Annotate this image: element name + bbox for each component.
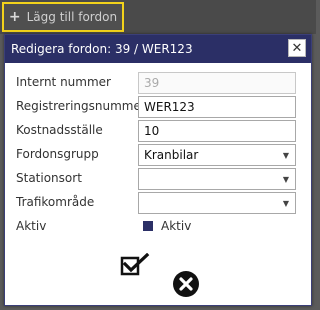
stationsort-select[interactable]: ▼ — [138, 168, 296, 190]
kostnadsstalle-label: Kostnadsställe — [16, 123, 103, 137]
row-kostnadsstalle: Kostnadsställe — [5, 120, 311, 142]
fordonsgrupp-value: Kranbilar — [144, 148, 199, 162]
cancel-x-circle-icon — [173, 271, 199, 297]
aktiv-checkbox-label: Aktiv — [161, 219, 192, 233]
fordonsgrupp-label: Fordonsgrupp — [16, 147, 99, 161]
add-vehicle-label: Lägg till fordon — [26, 10, 118, 24]
plus-icon: + — [8, 9, 21, 25]
trafikomrade-label: Trafikområde — [16, 195, 95, 209]
aktiv-checkbox-control[interactable]: Aktiv — [143, 219, 191, 233]
kostnadsstalle-input[interactable] — [138, 120, 296, 142]
row-registreringsnummer: Registreringsnummer — [5, 96, 311, 118]
edit-vehicle-dialog: Redigera fordon: 39 / WER123 ✕ Internt n… — [4, 34, 312, 306]
row-internt-nummer: Internt nummer — [5, 72, 311, 94]
row-fordonsgrupp: Fordonsgrupp Kranbilar ▼ — [5, 144, 311, 166]
registreringsnummer-input[interactable] — [138, 96, 296, 118]
chevron-down-icon: ▼ — [282, 150, 289, 160]
fordonsgrupp-select[interactable]: Kranbilar ▼ — [138, 144, 296, 166]
internt-nummer-label: Internt nummer — [16, 75, 111, 89]
close-button[interactable]: ✕ — [288, 39, 306, 57]
cancel-button[interactable] — [172, 270, 200, 298]
row-stationsort: Stationsort ▼ — [5, 168, 311, 190]
aktiv-label: Aktiv — [16, 219, 47, 233]
stationsort-label: Stationsort — [16, 171, 82, 185]
save-button[interactable] — [120, 252, 150, 277]
aktiv-checkbox[interactable] — [143, 221, 153, 231]
toolbar: + Lägg till fordon — [0, 0, 316, 34]
chevron-down-icon: ▼ — [282, 198, 289, 208]
add-vehicle-button[interactable]: + Lägg till fordon — [2, 2, 124, 32]
checkbox-check-icon — [120, 252, 150, 276]
chevron-down-icon: ▼ — [282, 174, 289, 184]
close-icon: ✕ — [291, 40, 303, 56]
row-aktiv: Aktiv Aktiv — [5, 216, 311, 238]
dialog-title-bar: Redigera fordon: 39 / WER123 ✕ — [5, 35, 311, 63]
registreringsnummer-label: Registreringsnummer — [16, 99, 146, 113]
trafikomrade-select[interactable]: ▼ — [138, 192, 296, 214]
dialog-title: Redigera fordon: 39 / WER123 — [11, 42, 193, 56]
row-trafikomrade: Trafikområde ▼ — [5, 192, 311, 214]
internt-nummer-input — [138, 72, 296, 94]
